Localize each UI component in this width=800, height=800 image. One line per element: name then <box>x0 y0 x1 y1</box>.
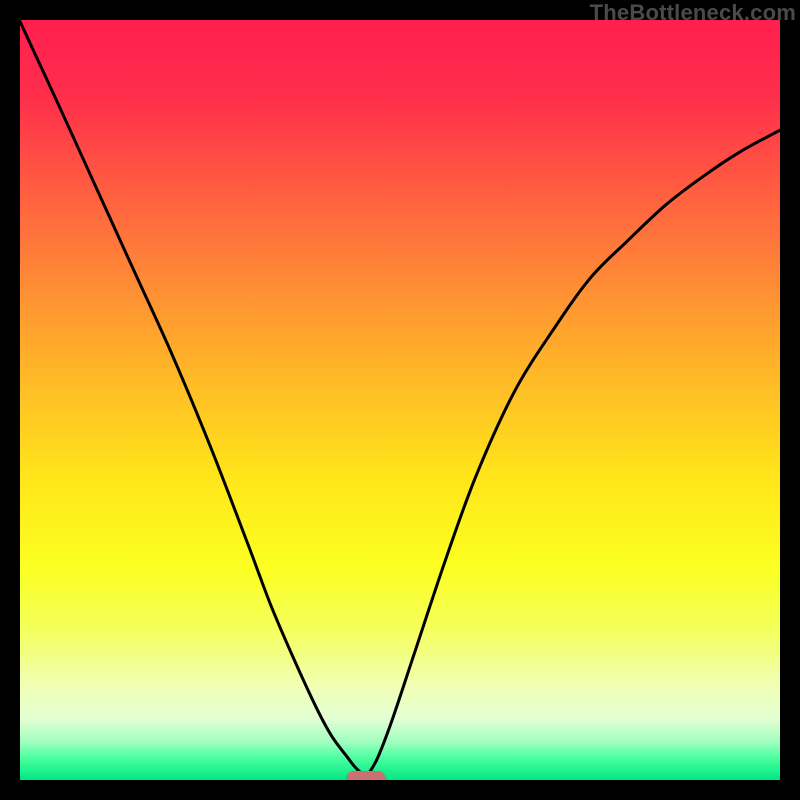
heat-gradient-background <box>20 20 780 780</box>
chart-canvas: TheBottleneck.com <box>0 0 800 800</box>
chart-plot-area <box>20 20 780 780</box>
optimal-point-marker <box>347 771 385 780</box>
